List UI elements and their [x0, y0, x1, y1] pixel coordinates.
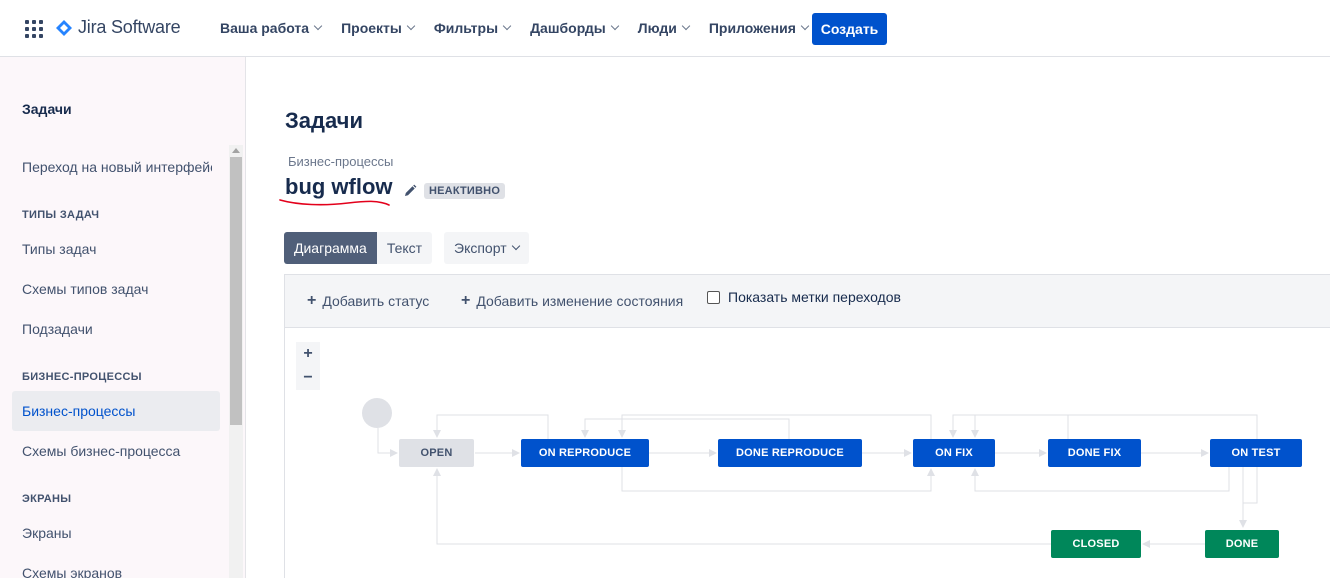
view-tabs: Диаграмма Текст [284, 232, 433, 264]
status-badge: НЕАКТИВНО [424, 183, 506, 199]
page-title: Задачи [285, 108, 363, 133]
show-labels-label: Показать метки переходов [728, 289, 901, 305]
add-status-label: Добавить статус [322, 293, 430, 309]
chevron-down-icon [681, 21, 691, 31]
status-node-on-reproduce[interactable]: ON REPRODUCE [521, 439, 649, 467]
status-node-done-fix[interactable]: DONE FIX [1048, 439, 1141, 467]
jira-logo[interactable]: Jira Software [56, 17, 181, 38]
chevron-down-icon [610, 21, 619, 31]
status-node-on-test[interactable]: ON TEST [1210, 439, 1302, 467]
sidebar-item-workflow-schemes[interactable]: Схемы бизнес-процесса [12, 431, 220, 471]
nav-label: Люди [637, 20, 677, 36]
nav-apps[interactable]: Приложения [708, 20, 810, 36]
sidebar-section-workflows: БИЗНЕС-ПРОЦЕССЫ [22, 371, 142, 383]
sidebar-item-screens[interactable]: Экраны [12, 513, 220, 553]
sidebar-item-subtasks[interactable]: Подзадачи [12, 309, 220, 349]
nav-label: Ваша работа [220, 20, 310, 36]
nav-label: Фильтры [433, 20, 499, 36]
nav-your-work[interactable]: Ваша работа [220, 20, 323, 36]
status-node-closed[interactable]: CLOSED [1051, 530, 1141, 558]
chevron-down-icon [800, 21, 810, 31]
sidebar-item-issue-types[interactable]: Типы задач [12, 229, 220, 269]
nav-filters[interactable]: Фильтры [433, 20, 512, 36]
tab-diagram[interactable]: Диаграмма [284, 232, 377, 264]
edit-pencil-icon[interactable] [403, 184, 417, 198]
add-status-button[interactable]: + Добавить статус [307, 292, 430, 310]
red-underline-annotation [279, 199, 390, 206]
sidebar-title: Задачи [22, 101, 72, 117]
sidebar-item-screen-schemes[interactable]: Схемы экранов [12, 553, 220, 578]
sidebar-scroll-thumb[interactable] [230, 157, 242, 425]
tab-text[interactable]: Текст [376, 232, 433, 264]
plus-icon: + [461, 292, 471, 309]
export-label: Экспорт [454, 240, 507, 256]
start-node[interactable] [362, 398, 392, 428]
app-switcher-icon[interactable] [25, 20, 43, 38]
sidebar-item-new-ui[interactable]: Переход на новый интерфейс [12, 147, 212, 187]
zoom-out-button[interactable]: − [296, 366, 320, 390]
status-node-done[interactable]: DONE [1205, 530, 1279, 558]
nav-label: Дашборды [530, 20, 606, 36]
top-navigation: Jira Software Ваша работа Проекты Фильтр… [0, 0, 1330, 57]
chevron-down-icon [313, 21, 323, 31]
show-labels-checkbox[interactable] [707, 290, 720, 304]
nav-label: Проекты [341, 20, 402, 36]
sidebar-section-screens: ЭКРАНЫ [22, 493, 72, 505]
plus-icon: + [307, 292, 317, 309]
jira-logo-icon [56, 19, 72, 36]
chevron-down-icon [502, 21, 512, 31]
status-node-done-reproduce[interactable]: DONE REPRODUCE [718, 439, 862, 467]
diagram-toolbar: + Добавить статус + Добавить изменение с… [285, 275, 1330, 328]
chevron-down-icon [511, 241, 520, 251]
nav-dashboards[interactable]: Дашборды [530, 20, 619, 36]
show-transition-labels-toggle[interactable]: Показать метки переходов [707, 289, 901, 305]
status-node-on-fix[interactable]: ON FIX [913, 439, 995, 467]
sidebar-item-workflows[interactable]: Бизнес-процессы [12, 391, 220, 431]
nav-label: Приложения [708, 20, 796, 36]
sidebar-item-issue-type-schemes[interactable]: Схемы типов задач [12, 269, 220, 309]
nav-people[interactable]: Люди [637, 20, 691, 36]
main-nav: Ваша работа Проекты Фильтры Дашборды Люд… [220, 20, 828, 36]
breadcrumb[interactable]: Бизнес-процессы [288, 154, 393, 169]
admin-sidebar: Задачи Переход на новый интерфейс ТИПЫ З… [0, 57, 246, 578]
chevron-down-icon [406, 21, 416, 31]
status-node-open[interactable]: OPEN [399, 439, 474, 467]
export-button[interactable]: Экспорт [444, 232, 529, 264]
product-name: Jira Software [78, 17, 181, 37]
scroll-up-arrow-icon[interactable] [232, 148, 240, 153]
sidebar-section-issue-types: ТИПЫ ЗАДАЧ [22, 209, 100, 221]
add-transition-button[interactable]: + Добавить изменение состояния [461, 292, 684, 310]
workflow-diagram: + Добавить статус + Добавить изменение с… [284, 274, 1330, 578]
zoom-in-button[interactable]: + [296, 342, 320, 366]
add-transition-label: Добавить изменение состояния [476, 293, 684, 309]
nav-projects[interactable]: Проекты [341, 20, 416, 36]
create-button[interactable]: Создать [812, 13, 887, 45]
